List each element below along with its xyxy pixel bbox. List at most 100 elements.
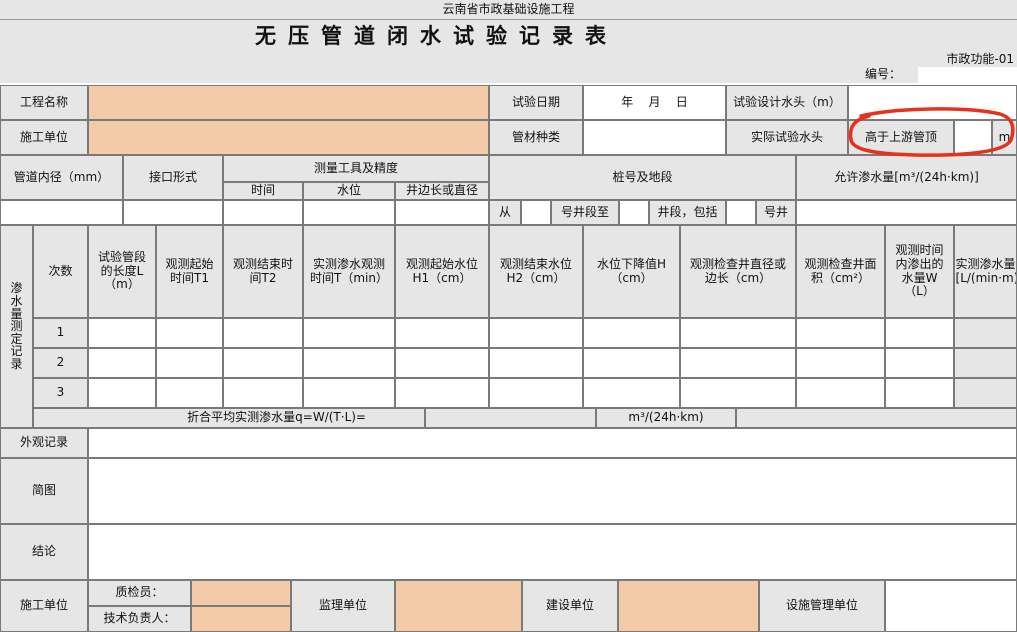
construction-unit-label: 施工单位 [0, 120, 88, 155]
col-header-volume: 观测时间内渗出的水量W（L） [885, 225, 954, 318]
table-cell[interactable] [395, 318, 489, 348]
test-date-field[interactable]: 年 月 日 [583, 85, 726, 120]
col-header-length: 试验管段的长度L（m） [88, 225, 156, 318]
form-sheet: 云南省市政基础设施工程 无压管道闭水试验记录表 市政功能-01 编号： 工程名称… [0, 0, 1017, 632]
tools-time-field[interactable] [223, 200, 303, 225]
facility-mgmt-field[interactable] [885, 580, 1017, 632]
footer-construction-label: 施工单位 [0, 580, 88, 632]
title-blank [873, 20, 1017, 52]
design-head-label: 试验设计水头（m） [726, 85, 848, 120]
tech-lead-field[interactable] [191, 606, 291, 632]
tools-time-label: 时间 [223, 182, 303, 200]
table-cell[interactable] [796, 318, 885, 348]
col-header-well-size: 观测检查井直径或边长（cm） [680, 225, 796, 318]
station-include-field[interactable] [726, 200, 756, 225]
col-header-duration: 实测渗水观测时间T（min） [303, 225, 395, 318]
construction-unit-field[interactable] [88, 120, 489, 155]
conclusion-field[interactable] [88, 524, 1017, 580]
table-cell[interactable] [796, 348, 885, 378]
owner-field[interactable] [618, 580, 759, 632]
station-from-label: 从 [489, 200, 521, 225]
allowable-label: 允许渗水量[m³/(24h·km)] [796, 155, 1017, 200]
table-cell-computed [954, 348, 1017, 378]
table-cell[interactable] [583, 348, 680, 378]
project-name-field[interactable] [88, 85, 489, 120]
table-cell[interactable] [156, 318, 223, 348]
col-header-end-time: 观测结束时间T2 [223, 225, 303, 318]
table-cell[interactable] [489, 348, 583, 378]
col-header-drop: 水位下降值H（cm） [583, 225, 680, 318]
station-from-field[interactable] [521, 200, 551, 225]
pipe-diameter-field[interactable] [0, 200, 123, 225]
supervision-label: 监理单位 [291, 580, 395, 632]
col-header-start-time: 观测起始时间T1 [156, 225, 223, 318]
qc-field[interactable] [191, 580, 291, 606]
table-cell[interactable] [303, 318, 395, 348]
table-cell[interactable] [489, 378, 583, 408]
serial-value[interactable] [918, 67, 1017, 83]
table-cell[interactable] [680, 348, 796, 378]
table-cell[interactable] [583, 318, 680, 348]
actual-head-label: 实际试验水头 [726, 120, 848, 155]
table-side-label: 渗水量测定记录 [0, 225, 33, 428]
col-header-end-level: 观测结束水位H2（cm） [489, 225, 583, 318]
table-cell[interactable] [303, 348, 395, 378]
table-cell[interactable] [223, 378, 303, 408]
table-cell[interactable] [680, 318, 796, 348]
row-number: 1 [33, 318, 88, 348]
table-cell[interactable] [223, 348, 303, 378]
sketch-field[interactable] [88, 458, 1017, 524]
serial-label: 编号： [848, 67, 918, 83]
table-cell[interactable] [395, 348, 489, 378]
pipe-type-label: 管材种类 [489, 120, 583, 155]
table-cell[interactable] [680, 378, 796, 408]
row-number: 2 [33, 348, 88, 378]
table-cell-computed [954, 318, 1017, 348]
col-header-well-area: 观测检查井面积（cm²） [796, 225, 885, 318]
org-name: 云南省市政基础设施工程 [0, 0, 1017, 20]
table-cell-computed [954, 378, 1017, 408]
owner-label: 建设单位 [522, 580, 618, 632]
project-name-label: 工程名称 [0, 85, 88, 120]
conclusion-label: 结论 [0, 524, 88, 580]
appearance-field[interactable] [88, 428, 1017, 458]
average-unit: m³/(24h·km) [596, 408, 736, 428]
table-cell[interactable] [156, 348, 223, 378]
table-cell[interactable] [88, 348, 156, 378]
col-header-start-level: 观测起始水位H1（cm） [395, 225, 489, 318]
table-cell[interactable] [88, 318, 156, 348]
table-cell[interactable] [88, 378, 156, 408]
tools-well-side-label: 井边长或直径 [395, 182, 489, 200]
row-number: 3 [33, 378, 88, 408]
allowable-field[interactable] [796, 200, 1017, 225]
station-to-field[interactable] [619, 200, 649, 225]
table-cell[interactable] [223, 318, 303, 348]
tools-well-side-field[interactable] [395, 200, 489, 225]
table-cell[interactable] [303, 378, 395, 408]
form-title: 无压管道闭水试验记录表 [0, 20, 873, 52]
station-segment-label: 井段，包括 [649, 200, 726, 225]
pipe-type-field[interactable] [583, 120, 726, 155]
qc-label: 质检员： [88, 580, 191, 606]
table-cell[interactable] [796, 378, 885, 408]
supervision-field[interactable] [395, 580, 522, 632]
table-cell[interactable] [885, 378, 954, 408]
table-cell[interactable] [156, 378, 223, 408]
tech-lead-label: 技术负责人： [88, 606, 191, 632]
form-code: 市政功能-01 [848, 52, 1017, 67]
station-label: 桩号及地段 [489, 155, 796, 200]
table-cell[interactable] [885, 318, 954, 348]
average-value-field[interactable] [425, 408, 596, 428]
col-header-count: 次数 [33, 225, 88, 318]
table-cell[interactable] [885, 348, 954, 378]
table-cell[interactable] [489, 318, 583, 348]
average-blank [736, 408, 1017, 428]
joint-type-field[interactable] [123, 200, 223, 225]
test-date-label: 试验日期 [489, 85, 583, 120]
appearance-label: 外观记录 [0, 428, 88, 458]
tools-water-level-field[interactable] [303, 200, 395, 225]
table-cell[interactable] [583, 378, 680, 408]
tools-label: 测量工具及精度 [223, 155, 489, 182]
col-header-rate: 实测渗水量q[L/(min·m)] [954, 225, 1017, 318]
table-cell[interactable] [395, 378, 489, 408]
